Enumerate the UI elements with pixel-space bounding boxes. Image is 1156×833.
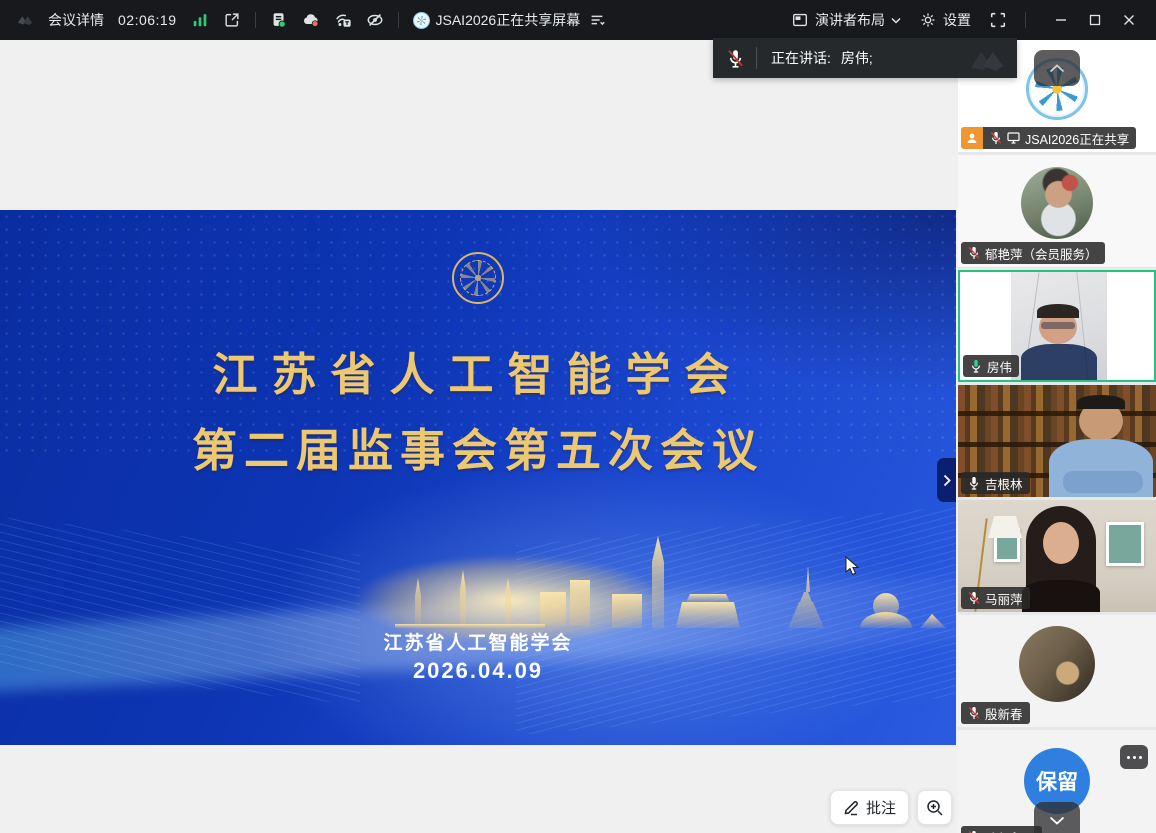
- cloud-status-icon[interactable]: [302, 11, 320, 29]
- screen-sharing-icon: [1007, 132, 1020, 144]
- mic-speaking-icon: [970, 359, 982, 373]
- mic-muted-icon: [968, 246, 980, 260]
- participant-video: [1011, 272, 1107, 380]
- participant-tile-yinxinchun[interactable]: 殷新春: [958, 615, 1156, 727]
- participant-name: 房伟: [987, 357, 1012, 376]
- layout-selector[interactable]: 演讲者布局: [791, 10, 901, 30]
- speaking-prefix-label: 正在讲话:: [771, 48, 831, 68]
- mic-muted-icon: [968, 706, 980, 720]
- tile-more-options-button[interactable]: [1120, 745, 1148, 769]
- next-panel-chevron-button[interactable]: [937, 458, 956, 502]
- society-emblem-icon: [452, 252, 504, 304]
- layout-label: 演讲者布局: [815, 10, 885, 30]
- participant-name: 殷新春: [985, 704, 1023, 723]
- minimize-icon: [1055, 14, 1067, 26]
- titlebar-divider: [255, 12, 256, 28]
- minimize-button[interactable]: [1044, 0, 1078, 40]
- sharing-status-label: JSAI2026正在共享屏幕: [436, 10, 581, 30]
- meeting-details-button[interactable]: 会议详情: [48, 10, 104, 30]
- mic-muted-icon: [713, 49, 756, 68]
- network-translate-icon[interactable]: [334, 11, 352, 29]
- participant-tile-maliping[interactable]: 马丽萍: [958, 500, 1156, 612]
- participant-tile-yuyanping[interactable]: 郁艳萍（会员服务）: [958, 155, 1156, 267]
- slide-title-line2: 第二届监事会第五次会议: [0, 414, 956, 479]
- shared-screen-area: 江苏省人工智能学会 第二届监事会第五次会议 江苏省人工智能学会: [0, 40, 958, 833]
- annotate-label: 批注: [866, 797, 896, 818]
- pop-out-icon[interactable]: [223, 11, 241, 29]
- toast-divider: [756, 47, 757, 69]
- participant-photo-avatar: [1021, 167, 1093, 239]
- chevron-down-icon: [1049, 816, 1065, 825]
- layout-icon: [791, 11, 809, 29]
- magnifier-plus-icon: [926, 799, 944, 817]
- chevron-down-icon: [891, 17, 901, 24]
- slide-title-line1: 江苏省人工智能学会: [0, 338, 956, 403]
- mic-muted-icon: [968, 591, 980, 605]
- participant-name: JSAI2026正在共享: [1025, 129, 1129, 148]
- annotate-button[interactable]: 批注: [830, 790, 909, 825]
- watermark-logo-icon: [967, 42, 1011, 78]
- participants-sidebar: JSAI2026正在共享 郁艳萍（会员服务） 房伟: [958, 40, 1156, 833]
- mic-muted-icon: [990, 131, 1002, 145]
- scroll-up-button[interactable]: [1034, 50, 1080, 86]
- network-signal-icon[interactable]: [191, 11, 209, 29]
- privacy-eye-off-icon[interactable]: [366, 11, 384, 29]
- zoom-in-button[interactable]: [917, 790, 952, 825]
- sharing-status[interactable]: JSAI2026正在共享屏幕: [413, 10, 607, 30]
- wall-frame: [1106, 522, 1144, 566]
- participant-tile-jigenlin[interactable]: 吉根林: [958, 385, 1156, 497]
- window-titlebar: 会议详情 02:06:19 JSAI2026正在共享屏幕: [0, 0, 1156, 40]
- maximize-button[interactable]: [1078, 0, 1112, 40]
- participant-name: 叶保留 R: [985, 828, 1035, 833]
- titlebar-divider: [398, 12, 399, 28]
- fullscreen-button[interactable]: [989, 11, 1007, 29]
- chevron-right-icon: [943, 474, 951, 487]
- settings-button[interactable]: 设置: [919, 10, 971, 30]
- meeting-details-label: 会议详情: [48, 10, 104, 30]
- mouse-cursor: [845, 556, 860, 577]
- participant-photo-avatar: [1019, 626, 1095, 702]
- scroll-down-button[interactable]: [1034, 802, 1080, 833]
- participant-name: 郁艳萍（会员服务）: [985, 244, 1098, 263]
- presentation-slide: 江苏省人工智能学会 第二届监事会第五次会议 江苏省人工智能学会: [0, 210, 956, 745]
- maximize-icon: [1089, 14, 1101, 26]
- chevron-up-icon: [1049, 64, 1065, 73]
- participant-tile-fangwei[interactable]: 房伟: [958, 270, 1156, 382]
- close-icon: [1123, 14, 1135, 26]
- host-badge-icon: [961, 127, 983, 149]
- titlebar-divider: [1025, 12, 1026, 28]
- recording-status-icon[interactable]: [270, 11, 288, 29]
- settings-gear-icon: [919, 11, 937, 29]
- slide-footer-date: 2026.04.09: [0, 658, 956, 684]
- floor-lamp-shade: [988, 516, 1022, 538]
- slide-footer-org: 江苏省人工智能学会: [0, 628, 956, 655]
- settings-label: 设置: [943, 10, 971, 30]
- mic-on-icon: [968, 476, 980, 490]
- fullscreen-icon: [989, 11, 1007, 29]
- speaking-toast: 正在讲话: 房伟;: [713, 38, 1017, 78]
- app-logo-icon: [16, 11, 34, 29]
- meeting-timer: 02:06:19: [118, 12, 177, 28]
- participant-name: 吉根林: [985, 474, 1023, 493]
- sharing-source-logo-icon: [413, 12, 430, 29]
- close-button[interactable]: [1112, 0, 1146, 40]
- speaker-names: 房伟;: [841, 48, 873, 68]
- share-options-icon: [588, 11, 606, 29]
- pencil-icon: [843, 799, 860, 816]
- avatar-initials: 保留: [1036, 766, 1078, 796]
- participant-name: 马丽萍: [985, 589, 1023, 608]
